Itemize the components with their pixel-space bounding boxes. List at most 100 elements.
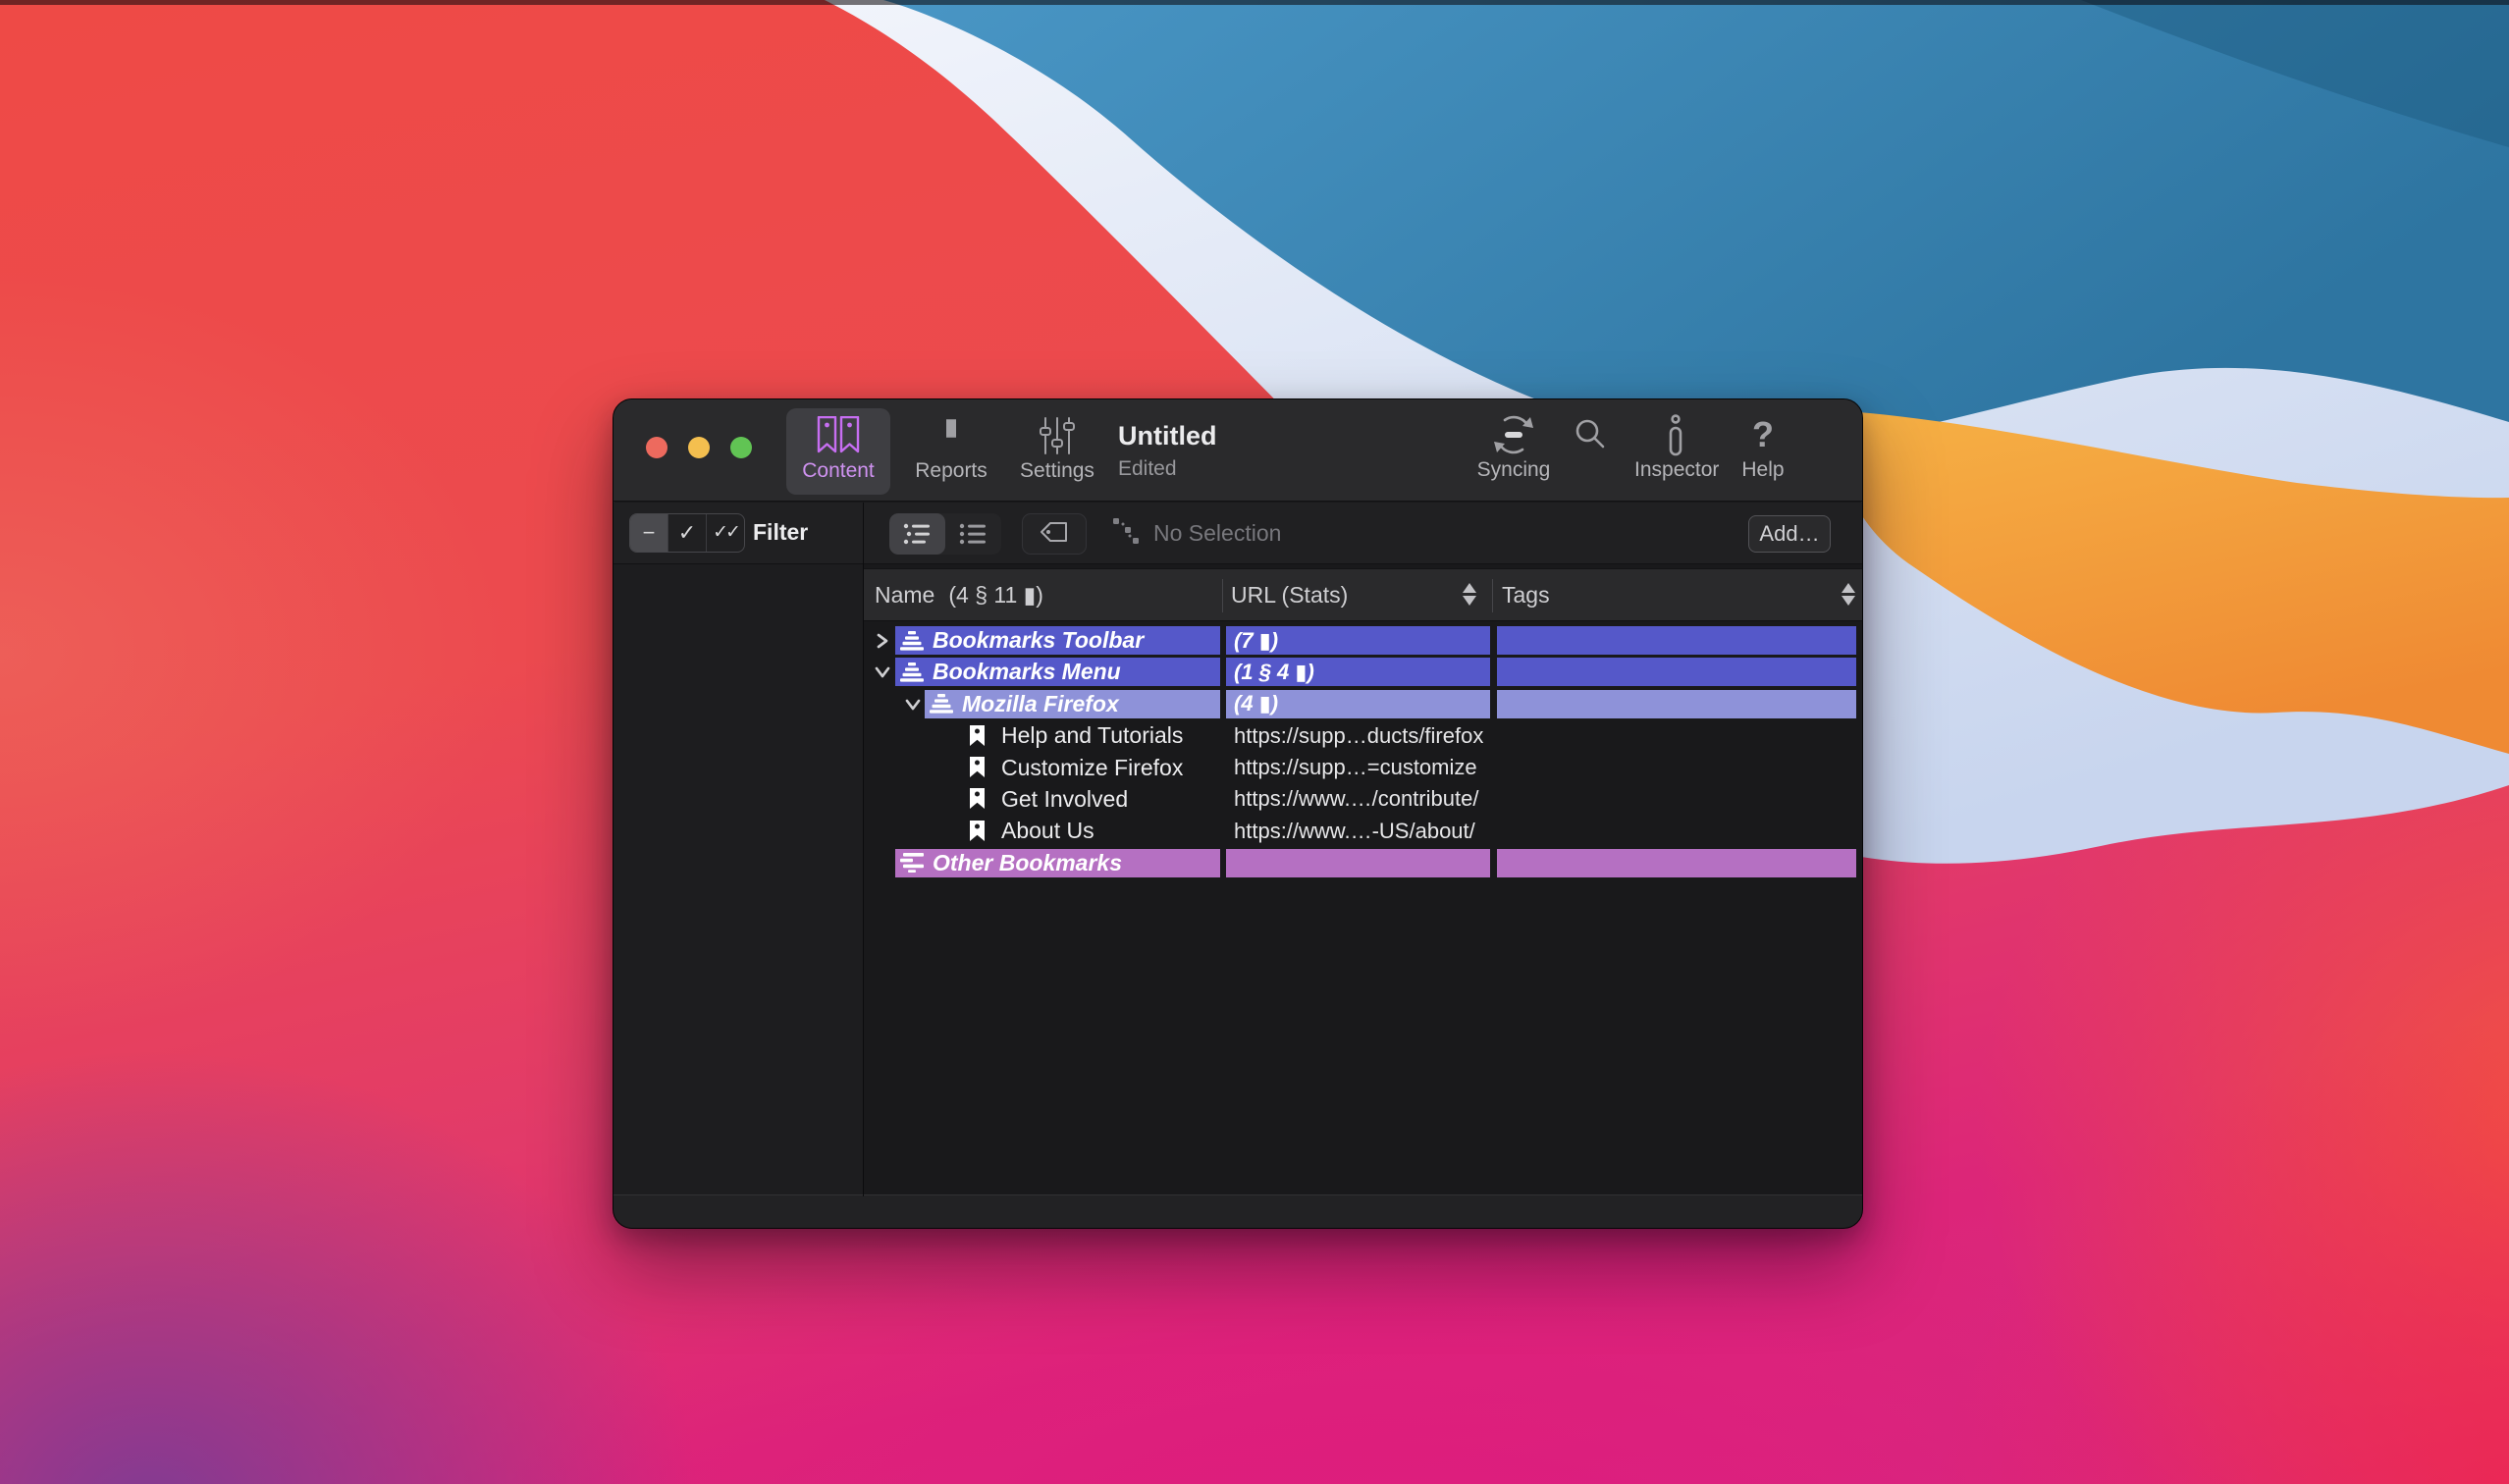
table-row[interactable]: Get Involved https://www.…/contribute/ [864, 784, 1863, 816]
disclosure-chevron-icon[interactable] [875, 633, 890, 649]
name-cell: Bookmarks Menu [895, 658, 1220, 686]
tag-icon [1040, 520, 1069, 549]
tag-button[interactable] [1022, 513, 1087, 555]
inspector-button[interactable]: Inspector [1634, 409, 1717, 496]
row-url-label: https://www.…/contribute/ [1234, 786, 1478, 812]
add-button[interactable]: Add… [1748, 515, 1831, 553]
row-name-label: Help and Tutorials [1001, 722, 1183, 749]
traffic-lights [646, 437, 752, 458]
column-resize-handle[interactable] [1492, 579, 1493, 612]
table-row[interactable]: Mozilla Firefox (4 ▮) [864, 689, 1863, 720]
url-cell: https://www.…/contribute/ [1226, 785, 1490, 814]
minimize-button[interactable] [688, 437, 710, 458]
name-cell: Customize Firefox [965, 754, 1220, 782]
tags-cell [1497, 721, 1856, 750]
inspector-icon [1653, 413, 1698, 456]
outline-view-button[interactable] [889, 513, 945, 555]
zoom-button[interactable] [730, 437, 752, 458]
table-rows: Bookmarks Toolbar (7 ▮) Bookmarks Menu (… [864, 625, 1863, 879]
folder-icon [900, 662, 924, 682]
filter-label: Filter [753, 519, 808, 546]
sidebar-divider[interactable] [863, 503, 864, 1196]
url-cell [1226, 849, 1490, 877]
sync-icon [1491, 413, 1536, 456]
name-cell: Other Bookmarks [895, 849, 1220, 877]
bookmark-icon [965, 821, 988, 842]
column-header-url[interactable]: URL (Stats) [1231, 582, 1348, 609]
filter-none-segment[interactable]: − [630, 514, 667, 552]
reports-icon [930, 416, 973, 457]
desktop: Content Reports [0, 0, 2509, 1484]
tab-settings-label: Settings [1008, 459, 1106, 483]
tags-cell [1497, 785, 1856, 814]
document-edited-badge: Edited [1118, 457, 1217, 481]
table-row[interactable]: About Us https://www.…-US/about/ [864, 816, 1863, 847]
tags-cell [1497, 690, 1856, 718]
url-cell: https://supp…ducts/firefox [1226, 721, 1490, 750]
bookmarks-icon [817, 416, 860, 457]
table-header: Name (4 § 11 ▮) URL (Stats) Tags [864, 568, 1863, 621]
url-cell: (7 ▮) [1226, 626, 1490, 655]
tab-content-label: Content [786, 459, 890, 483]
row-name-label: Get Involved [1001, 786, 1128, 813]
column-header-tags[interactable]: Tags [1502, 582, 1550, 609]
row-name-label: Bookmarks Toolbar [933, 627, 1144, 654]
status-bar [614, 1194, 1862, 1228]
search-button[interactable] [1568, 409, 1611, 496]
table-row[interactable]: Bookmarks Menu (1 § 4 ▮) [864, 657, 1863, 688]
tab-reports[interactable]: Reports [904, 408, 998, 495]
row-name-label: Mozilla Firefox [962, 691, 1119, 717]
filter-doublecheck-segment[interactable]: ✓✓ [706, 514, 744, 552]
help-button[interactable]: ? Help [1733, 409, 1793, 496]
row-url-label: https://supp…ducts/firefox [1234, 723, 1483, 749]
table-row[interactable]: Bookmarks Toolbar (7 ▮) [864, 625, 1863, 657]
url-cell: (1 § 4 ▮) [1226, 658, 1490, 686]
table-row[interactable]: Customize Firefox https://supp…=customiz… [864, 753, 1863, 784]
column-resize-handle[interactable] [1222, 579, 1223, 612]
tags-cell [1497, 817, 1856, 845]
control-bar: − ✓ ✓✓ Filter [614, 503, 1862, 564]
url-cell: https://www.…-US/about/ [1226, 817, 1490, 845]
disclosure-chevron-icon[interactable] [905, 697, 921, 713]
sort-arrows-icon [1463, 580, 1476, 611]
bookmarks-table: Name (4 § 11 ▮) URL (Stats) Tags Bookmar… [864, 564, 1863, 1196]
tags-cell [1497, 658, 1856, 686]
tab-settings[interactable]: Settings [1008, 408, 1106, 495]
search-icon [1568, 413, 1613, 456]
titlebar: Content Reports [614, 399, 1862, 502]
help-label: Help [1733, 458, 1793, 482]
filter-check-segment[interactable]: ✓ [667, 514, 706, 552]
folder-icon [900, 631, 924, 651]
help-icon: ? [1740, 413, 1786, 456]
view-mode-segmented-control [889, 513, 1001, 555]
window-body: Name (4 § 11 ▮) URL (Stats) Tags Bookmar… [614, 564, 1862, 1196]
name-cell: Mozilla Firefox [925, 690, 1220, 718]
table-row[interactable]: Other Bookmarks [864, 848, 1863, 879]
row-name-label: Bookmarks Menu [933, 659, 1121, 685]
inspector-label: Inspector [1634, 458, 1717, 482]
row-url-label: https://www.…-US/about/ [1234, 819, 1475, 844]
filter-segmented-control: − ✓ ✓✓ [629, 513, 745, 553]
disclosure-chevron-icon[interactable] [875, 664, 890, 680]
row-url-label: (7 ▮) [1234, 628, 1278, 654]
bookmark-icon [965, 725, 988, 747]
name-cell: About Us [965, 817, 1220, 845]
name-column-stats: (4 § 11 ▮) [948, 582, 1043, 609]
list-view-button[interactable] [945, 513, 1001, 555]
tags-cell [1497, 626, 1856, 655]
syncing-button[interactable]: Syncing [1472, 409, 1555, 496]
table-row[interactable]: Help and Tutorials https://supp…ducts/fi… [864, 720, 1863, 752]
url-cell: https://supp…=customize [1226, 754, 1490, 782]
window-title: Untitled [1118, 421, 1217, 451]
syncing-label: Syncing [1472, 458, 1555, 482]
sort-arrows-icon [1842, 580, 1855, 611]
hierarchy-icon [1112, 517, 1142, 550]
tab-content[interactable]: Content [786, 408, 890, 495]
column-header-name[interactable]: Name (4 § 11 ▮) [875, 582, 1043, 609]
window-title-block: Untitled Edited [1118, 421, 1217, 481]
selection-status: No Selection [1112, 517, 1281, 550]
row-url-label: https://supp…=customize [1234, 755, 1477, 780]
url-cell: (4 ▮) [1226, 690, 1490, 718]
row-url-label: (4 ▮) [1234, 691, 1278, 716]
close-button[interactable] [646, 437, 667, 458]
